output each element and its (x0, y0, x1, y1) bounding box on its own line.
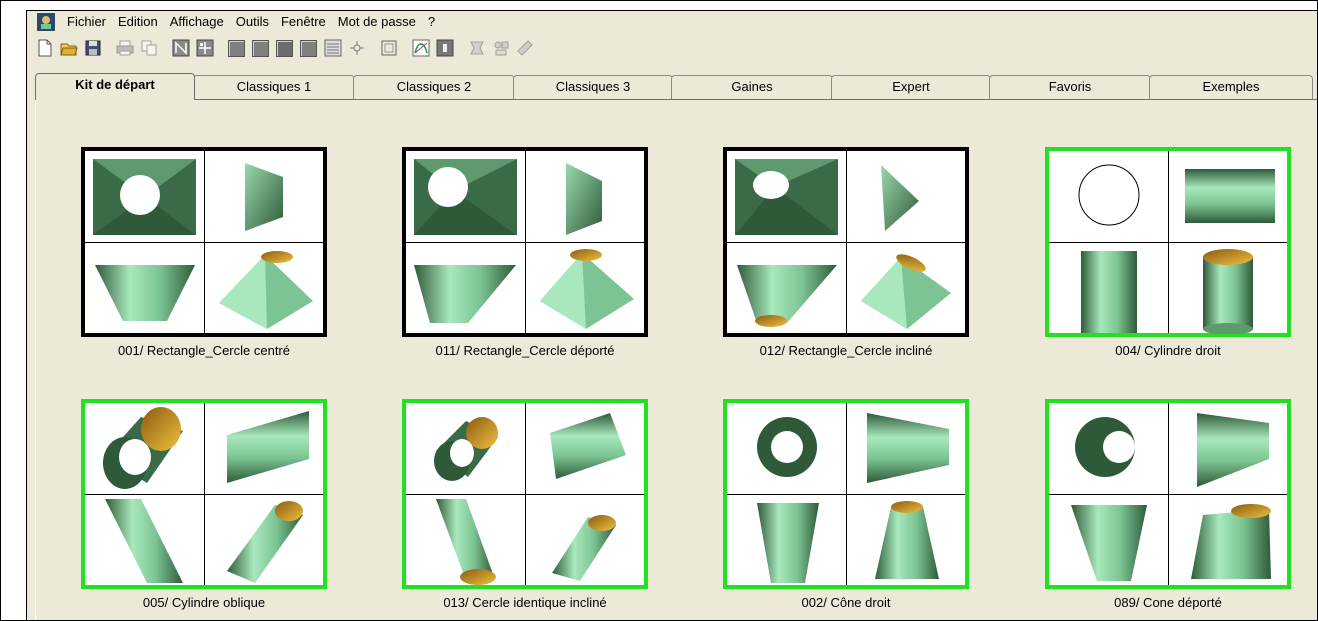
tab-classiques-2[interactable]: Classiques 2 (353, 75, 515, 99)
kit-panel: 001/ Rectangle_Cercle centré 011/ Rectan… (35, 99, 1317, 620)
cluster-icon[interactable] (345, 37, 368, 60)
shape2d-icon[interactable] (465, 37, 488, 60)
view-split-icon[interactable] (193, 37, 216, 60)
menu-fichier[interactable]: Fichier (61, 11, 112, 33)
side-view-thumbnail (1169, 151, 1288, 242)
save-icon[interactable] (81, 37, 104, 60)
3d-view-thumbnail (1169, 243, 1288, 334)
tab-gaines[interactable]: Gaines (671, 75, 833, 99)
tab-classiques-3[interactable]: Classiques 3 (513, 75, 673, 99)
kit-card[interactable]: 001/ Rectangle_Cercle centré (81, 147, 327, 358)
tab-favoris[interactable]: Favoris (989, 75, 1151, 99)
side-view-thumbnail (847, 151, 966, 242)
menu-mot-de-passe[interactable]: Mot de passe (332, 11, 422, 33)
app-logo-icon[interactable] (37, 13, 55, 31)
layers-icon[interactable] (321, 37, 344, 60)
kit-card[interactable]: 004/ Cylindre droit (1045, 147, 1291, 358)
3d-view-thumbnail (526, 243, 645, 334)
tab-kit-de-depart[interactable]: Kit de départ (35, 73, 195, 100)
shape3d-icon[interactable] (513, 37, 536, 60)
print-icon[interactable] (113, 37, 136, 60)
kit-label: 005/ Cylindre oblique (142, 595, 266, 610)
menu-edition[interactable]: Edition (112, 11, 164, 33)
kit-label: 004/ Cylindre droit (1115, 343, 1221, 358)
kit-thumbnail-frame[interactable] (81, 147, 327, 337)
side-view-thumbnail (1169, 403, 1288, 494)
kit-label: 013/ Cercle identique incliné (443, 595, 607, 610)
kit-card[interactable]: 013/ Cercle identique incliné (402, 399, 648, 610)
kit-label: 012/ Rectangle_Cercle incliné (759, 343, 933, 358)
copy-icon[interactable] (137, 37, 160, 60)
front-view-thumbnail (1049, 495, 1168, 586)
3d-view-thumbnail (1169, 495, 1288, 586)
front-view-thumbnail (1049, 243, 1168, 334)
kit-label: 001/ Rectangle_Cercle centré (118, 343, 290, 358)
top-view-thumbnail (85, 403, 204, 494)
kit-card[interactable]: 005/ Cylindre oblique (81, 399, 327, 610)
top-view-thumbnail (727, 151, 846, 242)
3d-view-thumbnail (205, 495, 324, 586)
side-view-thumbnail (526, 403, 645, 494)
top-view-thumbnail (727, 403, 846, 494)
side-view-thumbnail (526, 151, 645, 242)
front-view-thumbnail (727, 243, 846, 334)
menu-bar: Fichier Edition Affichage Outils Fenêtre… (27, 11, 1317, 33)
open-icon[interactable] (57, 37, 80, 60)
kit-label: 089/ Cone déporté (1114, 595, 1222, 610)
menu-help[interactable]: ? (422, 11, 441, 33)
kit-thumbnail-frame[interactable] (402, 399, 648, 589)
front-view-thumbnail (406, 495, 525, 586)
application-window: Fichier Edition Affichage Outils Fenêtre… (27, 10, 1317, 620)
3d-view-thumbnail (847, 495, 966, 586)
view-grid-icon[interactable] (169, 37, 192, 60)
3d-view-thumbnail (847, 243, 966, 334)
kit-card[interactable]: 011/ Rectangle_Cercle déporté (402, 147, 648, 358)
kit-thumbnail-frame[interactable] (402, 147, 648, 337)
kit-thumbnail-frame[interactable] (723, 147, 969, 337)
panel-icon[interactable] (433, 37, 456, 60)
front-view-thumbnail (406, 243, 525, 334)
kit-card[interactable]: 002/ Cône droit (723, 399, 969, 610)
tab-strip: Kit de départ Classiques 1 Classiques 2 … (35, 73, 1315, 100)
square3-icon[interactable] (273, 37, 296, 60)
square1-icon[interactable] (225, 37, 248, 60)
square4-icon[interactable] (297, 37, 320, 60)
front-view-thumbnail (85, 495, 204, 586)
side-view-thumbnail (205, 151, 324, 242)
curve-icon[interactable] (409, 37, 432, 60)
kit-thumbnail-frame[interactable] (1045, 147, 1291, 337)
menu-outils[interactable]: Outils (230, 11, 275, 33)
3d-view-thumbnail (526, 495, 645, 586)
window-frame: Fichier Edition Affichage Outils Fenêtre… (0, 0, 1318, 621)
tab-expert[interactable]: Expert (831, 75, 991, 99)
3d-view-thumbnail (205, 243, 324, 334)
top-view-thumbnail (406, 403, 525, 494)
kit-thumbnail-frame[interactable] (723, 399, 969, 589)
top-view-thumbnail (1049, 403, 1168, 494)
menu-fenetre[interactable]: Fenêtre (275, 11, 332, 33)
kit-thumbnail-frame[interactable] (81, 399, 327, 589)
tab-classiques-1[interactable]: Classiques 1 (193, 75, 355, 99)
toolbar (27, 33, 1317, 63)
front-view-thumbnail (85, 243, 204, 334)
side-view-thumbnail (847, 403, 966, 494)
front-view-thumbnail (727, 495, 846, 586)
tab-exemples[interactable]: Exemples (1149, 75, 1313, 99)
menu-affichage[interactable]: Affichage (164, 11, 230, 33)
kit-label: 011/ Rectangle_Cercle déporté (435, 343, 615, 358)
new-icon[interactable] (33, 37, 56, 60)
top-view-thumbnail (406, 151, 525, 242)
square2-icon[interactable] (249, 37, 272, 60)
kit-card[interactable]: 012/ Rectangle_Cercle incliné (723, 147, 969, 358)
kit-thumbnail-frame[interactable] (1045, 399, 1291, 589)
frame-icon[interactable] (377, 37, 400, 60)
top-view-thumbnail (1049, 151, 1168, 242)
kit-label: 002/ Cône droit (801, 595, 891, 610)
top-view-thumbnail (85, 151, 204, 242)
kit-card[interactable]: 089/ Cone déporté (1045, 399, 1291, 610)
shape-ab-icon[interactable] (489, 37, 512, 60)
side-view-thumbnail (205, 403, 324, 494)
